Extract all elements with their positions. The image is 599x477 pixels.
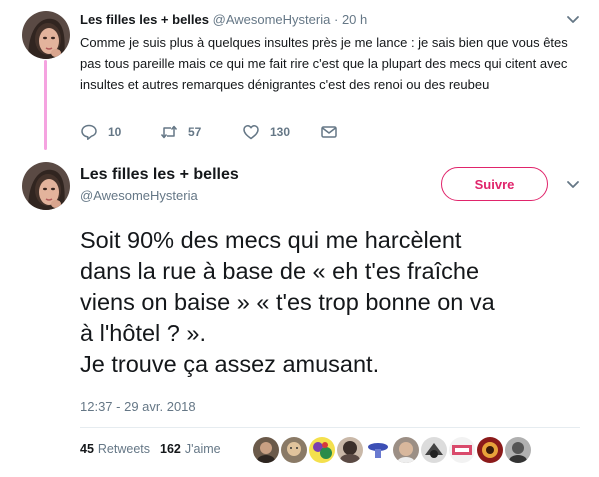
liker-avatar[interactable] — [253, 437, 279, 463]
display-name[interactable]: Les filles les + belles — [80, 166, 239, 184]
tweet-text-line: viens on baise » « t'es trop bonne on va — [80, 289, 495, 315]
avatar[interactable] — [22, 162, 70, 210]
liker-avatar[interactable] — [449, 437, 475, 463]
display-name[interactable]: Les filles les + belles — [80, 12, 209, 27]
liker-avatar[interactable] — [505, 437, 531, 463]
chevron-down-icon[interactable] — [566, 180, 580, 190]
tweet-text: Soit 90% des mecs qui me harcèlent dans … — [80, 225, 580, 380]
liker-avatar[interactable] — [421, 437, 447, 463]
liker-avatar[interactable] — [337, 437, 363, 463]
reply-count: 10 — [108, 125, 122, 139]
tweet-text: Comme je suis plus à quelques insultes p… — [80, 35, 568, 92]
liker-avatar[interactable] — [309, 437, 335, 463]
likes-count[interactable]: 162 — [160, 442, 181, 456]
liker-avatar[interactable] — [477, 437, 503, 463]
direct-message-button[interactable] — [320, 123, 338, 141]
tweet-header: Les filles les + belles @AwesomeHysteria… — [80, 12, 367, 27]
tweet-text-line: dans la rue à base de « eh t'es fraîche — [80, 258, 480, 284]
retweets-count[interactable]: 45 — [80, 442, 94, 456]
divider — [80, 427, 580, 428]
heart-icon — [243, 125, 259, 140]
tweet-text-line: Soit 90% des mecs qui me harcèlent — [80, 227, 462, 253]
follow-button[interactable]: Suivre — [441, 167, 548, 201]
liker-avatar[interactable] — [365, 437, 391, 463]
tweet-text-line: à l'hôtel ? ». — [80, 320, 206, 346]
tweet-date[interactable]: 12:37 - 29 avr. 2018 — [80, 399, 196, 414]
tweet-actions: 10 57 130 — [80, 123, 380, 141]
like-button[interactable]: 130 — [242, 123, 290, 141]
user-handle[interactable]: @AwesomeHysteria — [80, 188, 198, 203]
separator-dot: · — [333, 12, 339, 27]
envelope-icon — [321, 126, 337, 138]
liker-avatar[interactable] — [393, 437, 419, 463]
liker-avatars — [253, 437, 533, 463]
like-count: 130 — [270, 125, 291, 139]
reply-icon — [81, 124, 97, 140]
chevron-down-icon[interactable] — [566, 15, 580, 25]
retweet-button[interactable]: 57 — [160, 123, 201, 141]
tweet-text-line: Je trouve ça assez amusant. — [80, 351, 380, 377]
reply-button[interactable]: 10 — [80, 123, 121, 141]
liker-avatar[interactable] — [281, 437, 307, 463]
likes-label[interactable]: J'aime — [185, 442, 221, 456]
retweet-icon — [160, 125, 178, 139]
thread-connector — [44, 60, 47, 150]
user-handle[interactable]: @AwesomeHysteria — [213, 12, 331, 27]
timestamp[interactable]: 20 h — [342, 12, 367, 27]
retweet-count: 57 — [188, 125, 202, 139]
tweet-stats: 45 Retweets 162 J'aime — [80, 442, 231, 456]
retweets-label[interactable]: Retweets — [98, 442, 150, 456]
avatar[interactable] — [22, 11, 70, 59]
